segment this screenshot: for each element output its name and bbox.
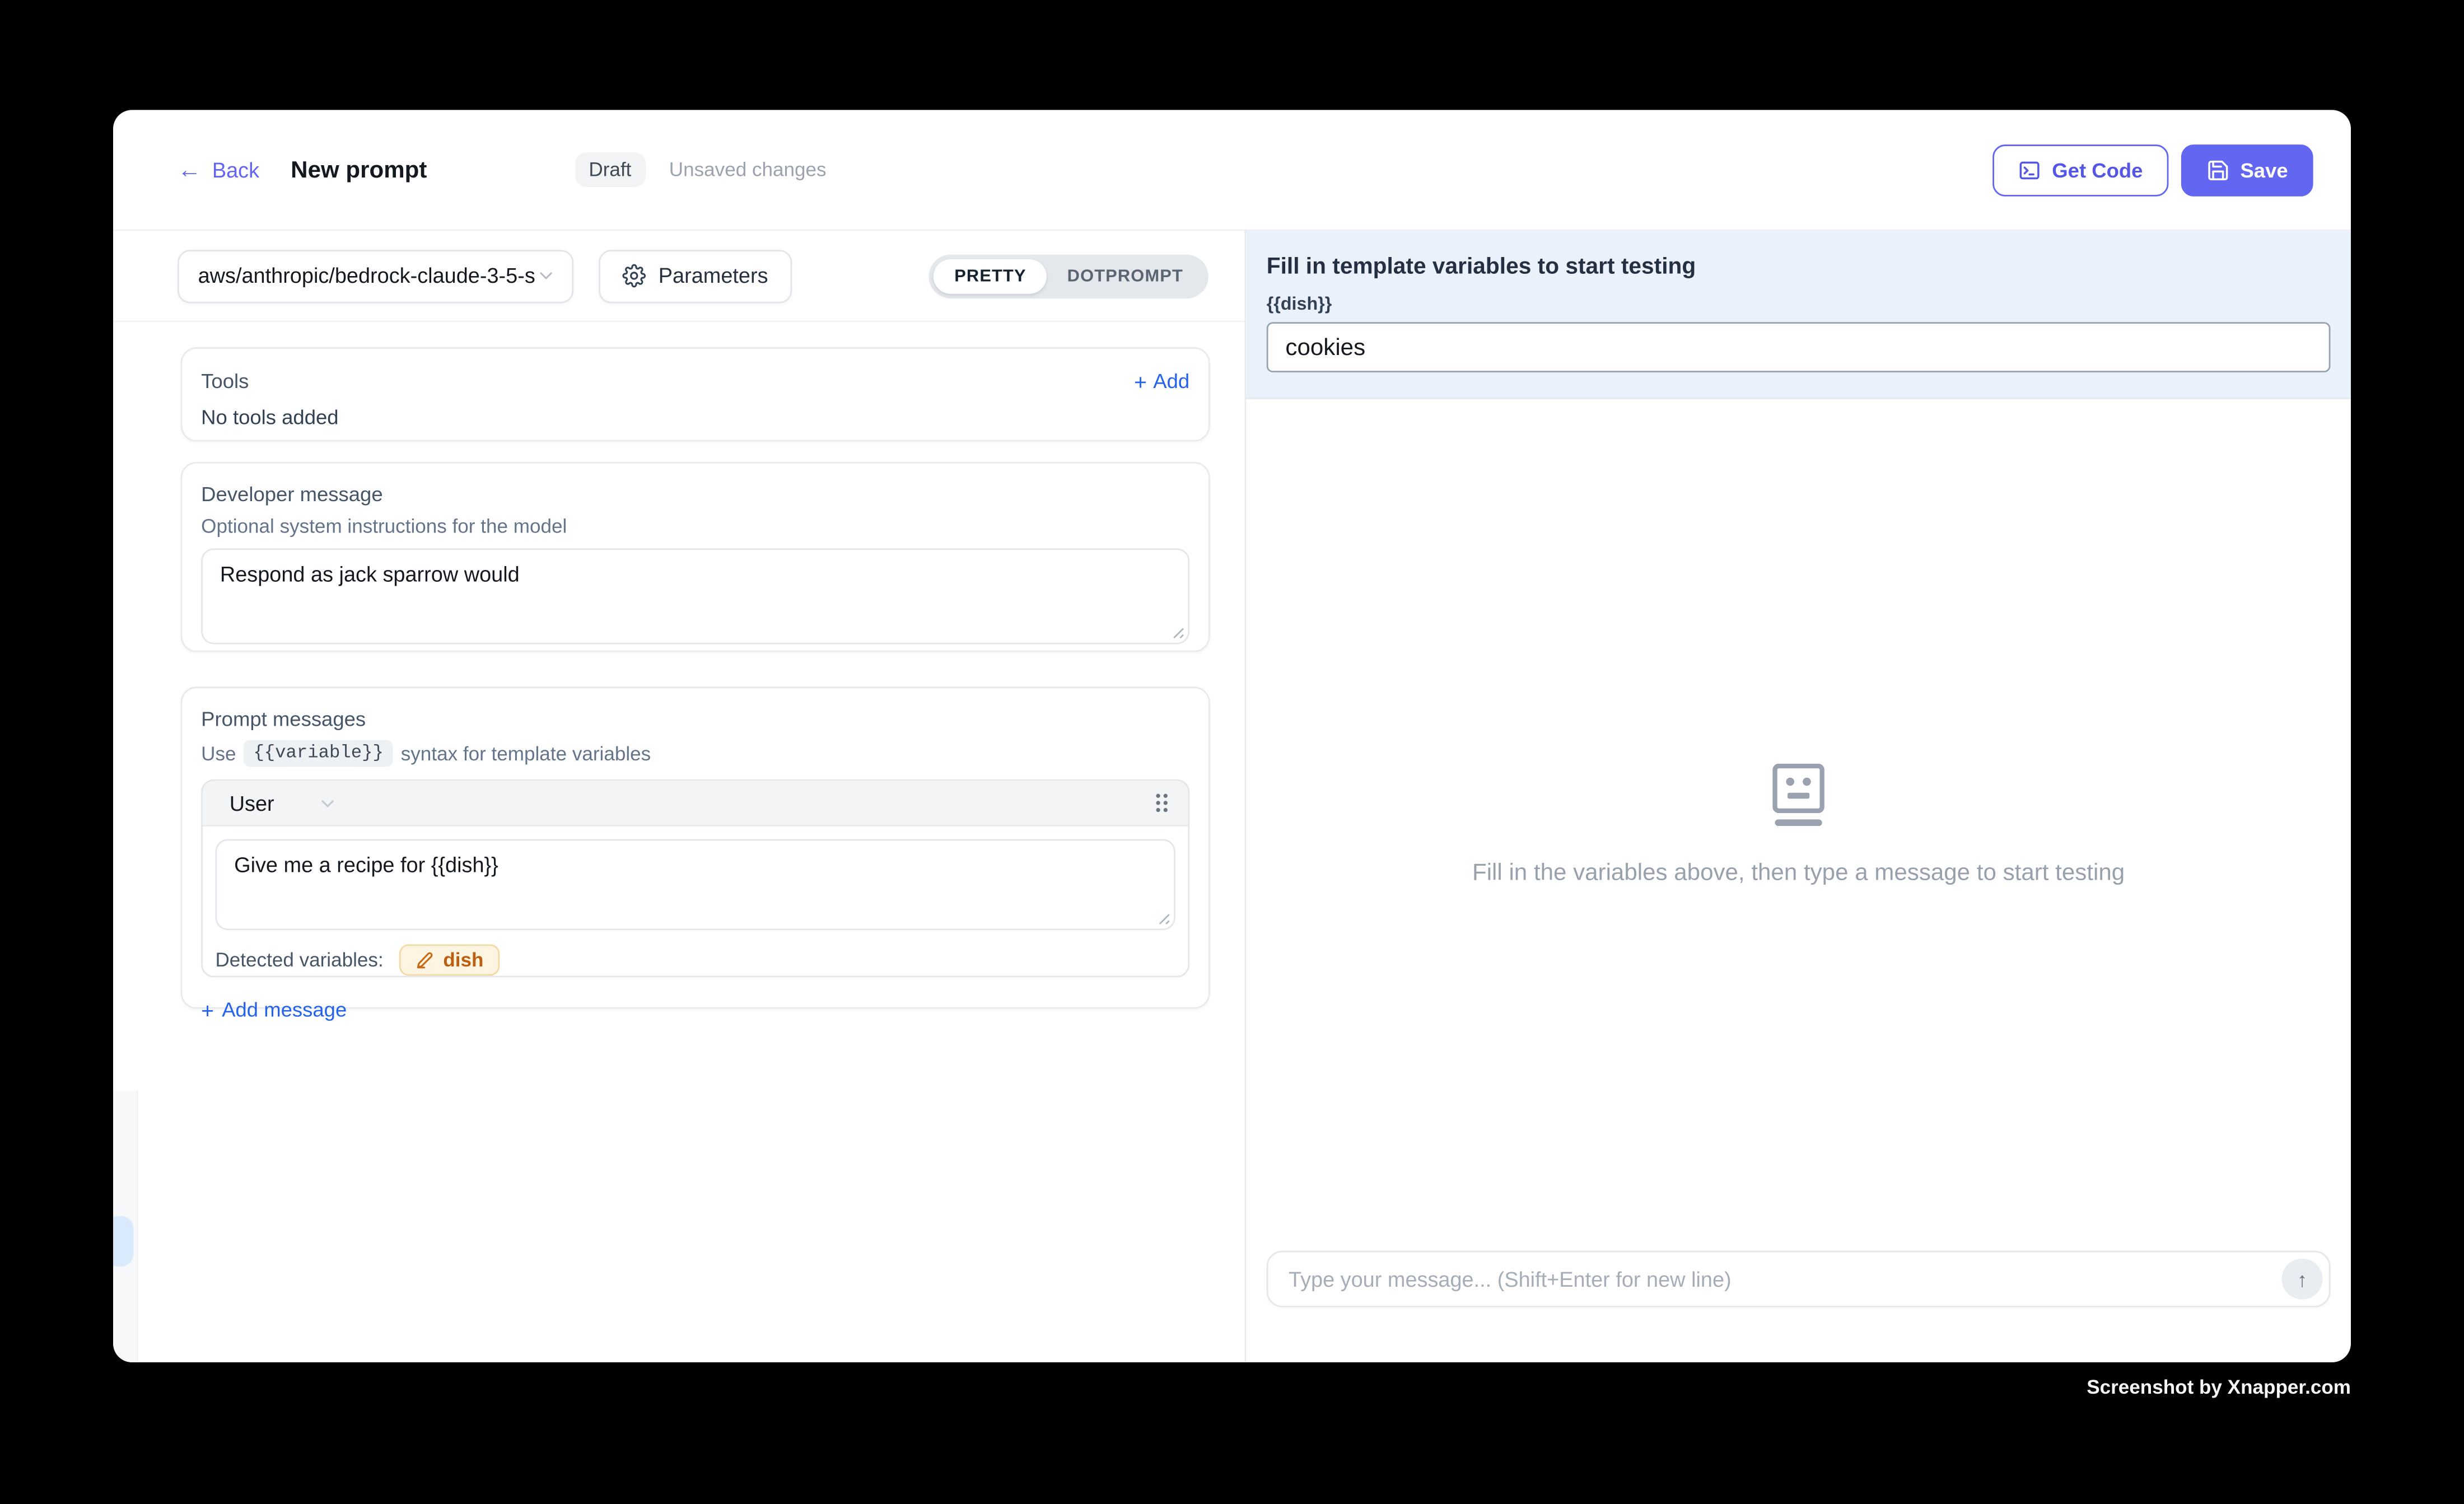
back-button[interactable]: ← Back (178, 158, 259, 181)
prompt-config-pane: aws/anthropic/bedrock-claude-3-5-s... Pa… (113, 231, 1246, 1362)
back-arrow-icon: ← (178, 158, 201, 181)
add-message-label: Add message (222, 998, 347, 1021)
save-icon (2206, 158, 2229, 181)
message-item: User (201, 779, 1189, 978)
window-body: aws/anthropic/bedrock-claude-3-5-s... Pa… (113, 231, 2351, 1362)
message-role-row: User (203, 781, 1188, 826)
window-header: ← Back New prompt Draft Unsaved changes … (113, 110, 2351, 231)
plus-icon: + (201, 998, 214, 1020)
dish-variable-label: {{dish}} (1267, 296, 2331, 315)
left-drawer-highlight (113, 1216, 133, 1267)
chevron-down-icon[interactable] (316, 793, 337, 813)
template-variables-title: Fill in template variables to start test… (1267, 255, 2331, 280)
model-selector-value: aws/anthropic/bedrock-claude-3-5-s... (198, 264, 536, 287)
role-select[interactable]: User (230, 791, 274, 815)
detected-variables-label: Detected variables: (215, 949, 383, 971)
variable-syntax-hint: Use {{variable}} syntax for template var… (201, 740, 1189, 767)
tab-dotprompt[interactable]: DOTPROMPT (1047, 259, 1203, 293)
gear-icon (622, 264, 646, 287)
prompt-messages-card: Prompt messages Use {{variable}} syntax … (181, 686, 1210, 1008)
screenshot-stage: ← Back New prompt Draft Unsaved changes … (0, 0, 2464, 1503)
tools-title: Tools (201, 369, 249, 393)
variable-code-chip: {{variable}} (244, 740, 393, 767)
hint-prefix: Use (201, 742, 236, 764)
tools-card: Tools + Add No tools added (181, 347, 1210, 441)
developer-message-subtitle: Optional system instructions for the mod… (201, 515, 1189, 537)
template-variables-section: Fill in template variables to start test… (1246, 231, 2351, 399)
get-code-label: Get Code (2052, 158, 2143, 181)
model-toolbar: aws/anthropic/bedrock-claude-3-5-s... Pa… (113, 231, 1244, 322)
save-label: Save (2240, 158, 2288, 181)
dish-variable-input[interactable] (1267, 322, 2331, 372)
watermark: Screenshot by Xnapper.com (2087, 1376, 2351, 1398)
developer-message-textarea[interactable]: Respond as jack sparrow would (201, 548, 1189, 644)
terminal-icon (2018, 158, 2041, 181)
variable-chip-label: dish (443, 949, 483, 971)
get-code-button[interactable]: Get Code (1992, 144, 2168, 196)
model-selector[interactable]: aws/anthropic/bedrock-claude-3-5-s... (178, 249, 573, 302)
chat-empty-state: Fill in the variables above, then type a… (1246, 399, 2351, 1251)
drag-handle-icon[interactable] (1152, 792, 1171, 814)
detected-variables-row: Detected variables: dish (203, 943, 1188, 976)
chat-footer: ↑ (1246, 1251, 2351, 1362)
chat-message-input[interactable] (1267, 1251, 2331, 1307)
save-button[interactable]: Save (2181, 144, 2313, 196)
back-label: Back (212, 158, 259, 181)
tools-empty-text: No tools added (201, 405, 1189, 429)
prompt-messages-title: Prompt messages (201, 707, 1189, 731)
send-arrow-icon: ↑ (2297, 1267, 2307, 1291)
user-message-textarea[interactable]: Give me a recipe for {{dish}} (215, 839, 1175, 930)
status-badge: Draft (575, 152, 646, 187)
prompt-config-content: Tools + Add No tools added Developer mes… (113, 322, 1244, 1008)
developer-message-title: Developer message (201, 482, 1189, 506)
prompt-editor-window: ← Back New prompt Draft Unsaved changes … (113, 110, 2351, 1362)
resize-handle[interactable] (1169, 624, 1185, 639)
page-title: New prompt (291, 156, 427, 183)
chevron-down-icon (536, 265, 556, 286)
add-message-button[interactable]: + Add message (201, 998, 347, 1021)
test-pane: Fill in template variables to start test… (1246, 231, 2351, 1362)
chat-empty-text: Fill in the variables above, then type a… (1472, 860, 2125, 886)
add-tool-button[interactable]: + Add (1134, 369, 1189, 393)
tab-pretty[interactable]: PRETTY (934, 259, 1047, 293)
view-mode-toggle: PRETTY DOTPROMPT (929, 254, 1208, 298)
resize-handle[interactable] (1155, 910, 1170, 926)
unsaved-changes-label: Unsaved changes (669, 158, 827, 180)
hint-suffix: syntax for template variables (401, 742, 651, 764)
bot-face-icon (1772, 764, 1824, 828)
parameters-button[interactable]: Parameters (599, 249, 792, 302)
variable-chip-dish[interactable]: dish (399, 944, 500, 975)
plus-icon: + (1134, 370, 1147, 392)
pencil-icon (415, 951, 434, 970)
parameters-label: Parameters (659, 264, 768, 287)
developer-message-card: Developer message Optional system instru… (181, 462, 1210, 652)
add-tool-label: Add (1153, 369, 1189, 393)
send-button[interactable]: ↑ (2281, 1259, 2322, 1300)
